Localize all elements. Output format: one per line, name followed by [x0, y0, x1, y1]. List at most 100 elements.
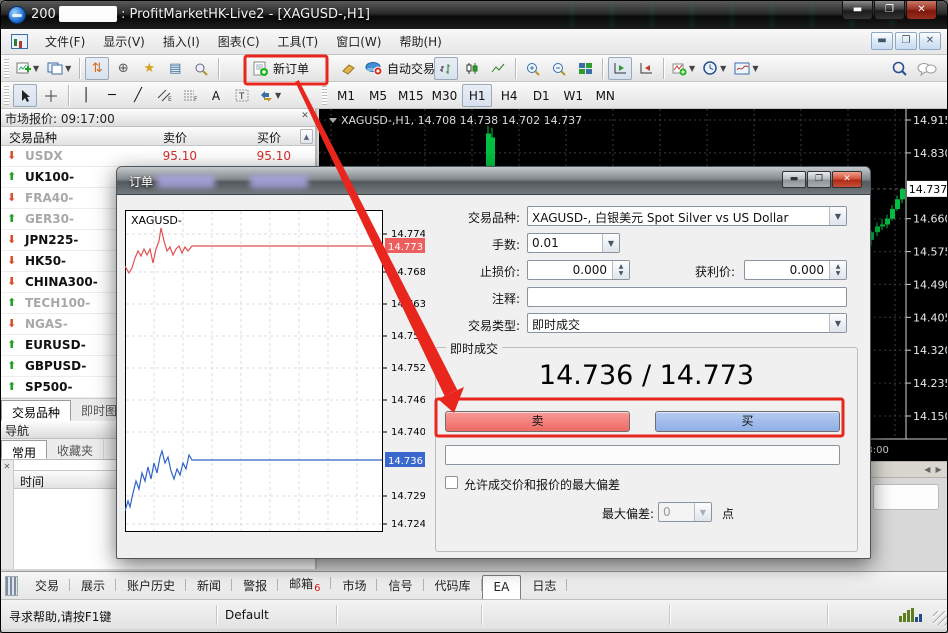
- channel-tool-button[interactable]: E: [152, 84, 176, 107]
- resize-grip[interactable]: [933, 611, 947, 625]
- timeframe-button-mn[interactable]: MN: [590, 84, 620, 107]
- dropdown-arrow-icon[interactable]: ▼: [829, 207, 846, 225]
- close-button[interactable]: ✕: [906, 1, 937, 20]
- auto-scroll-button[interactable]: [608, 57, 632, 80]
- status-profile[interactable]: Default: [217, 605, 337, 625]
- terminal-tab-账户历史[interactable]: 账户历史: [116, 573, 186, 599]
- spinner-arrows-icon[interactable]: ▲▼: [829, 261, 846, 279]
- arrows-tool-button[interactable]: ▼: [256, 84, 284, 107]
- text-label-tool-button[interactable]: T: [230, 84, 254, 107]
- crosshair-eraser-button[interactable]: [336, 57, 360, 80]
- volume-select[interactable]: 0.01 ▼: [527, 233, 620, 253]
- profiles-button[interactable]: ▼: [44, 57, 74, 80]
- market-row-usdx[interactable]: ⬇USDX95.1095.10: [1, 146, 315, 167]
- market-watch-tab[interactable]: 交易品种: [1, 400, 71, 421]
- dropdown-arrow-icon[interactable]: ▼: [829, 314, 846, 332]
- max-deviation-checkbox-label[interactable]: 允许成交价和报价的最大偏差: [464, 476, 620, 493]
- mdi-minimize-button[interactable]: ▬: [871, 32, 893, 50]
- data-window-button[interactable]: ▤: [163, 57, 187, 80]
- column-symbol[interactable]: 交易品种: [9, 129, 57, 146]
- max-deviation-input[interactable]: 0 ▼: [658, 502, 712, 522]
- toolbar-grip[interactable]: [4, 86, 9, 105]
- data-window-close-icon[interactable]: ✕: [2, 462, 13, 474]
- terminal-tab-信号[interactable]: 信号: [377, 573, 423, 599]
- market-watch-header[interactable]: 市场报价: 09:17:00 ✕: [1, 109, 315, 127]
- terminal-tab-交易[interactable]: 交易: [24, 573, 70, 599]
- timeframe-button-m30[interactable]: M30: [429, 84, 461, 107]
- text-tool-button[interactable]: A: [204, 84, 228, 107]
- terminal-tab-ea[interactable]: EA: [482, 575, 522, 599]
- chart-menu-icon[interactable]: [11, 34, 28, 49]
- zoom-out-button[interactable]: [547, 57, 571, 80]
- timeframe-button-w1[interactable]: W1: [558, 84, 588, 107]
- minimize-button[interactable]: ▬: [842, 1, 873, 20]
- auto-trading-button[interactable]: 自动交易: [362, 57, 438, 80]
- terminal-tab-日志[interactable]: 日志: [521, 573, 567, 599]
- toolbar-grip[interactable]: [322, 86, 327, 105]
- menu-item-2[interactable]: 插入(I): [154, 29, 209, 54]
- terminal-tab-代码库[interactable]: 代码库: [424, 573, 482, 599]
- timeframe-button-m15[interactable]: M15: [395, 84, 427, 107]
- terminal-panel-icon[interactable]: [5, 576, 18, 596]
- mdi-close-button[interactable]: ✕: [919, 32, 941, 50]
- dialog-close-button[interactable]: ✕: [832, 171, 862, 188]
- search-button[interactable]: [888, 57, 912, 80]
- terminal-tab-新闻[interactable]: 新闻: [186, 573, 232, 599]
- buy-button[interactable]: 买: [655, 411, 840, 432]
- menu-item-4[interactable]: 工具(T): [269, 29, 328, 54]
- indicators-button[interactable]: ▼: [669, 57, 698, 80]
- menu-item-1[interactable]: 显示(V): [94, 29, 154, 54]
- symbol-select[interactable]: XAGUSD-, 白银美元 Spot Silver vs US Dollar ▼: [527, 206, 847, 226]
- mdi-restore-button[interactable]: ❐: [895, 32, 917, 50]
- terminal-tab-邮箱[interactable]: 邮箱6: [278, 571, 331, 599]
- zoom-in-button[interactable]: [521, 57, 545, 80]
- sell-button[interactable]: 卖: [445, 411, 630, 432]
- column-bid[interactable]: 卖价: [163, 129, 187, 146]
- crosshair-tool-button[interactable]: [39, 84, 63, 107]
- timeframe-button-h4[interactable]: H4: [494, 84, 524, 107]
- order-type-select[interactable]: 即时成交 ▼: [527, 313, 847, 333]
- terminal-tab-展示[interactable]: 展示: [70, 573, 116, 599]
- timeframe-button-d1[interactable]: D1: [526, 84, 556, 107]
- fibonacci-tool-button[interactable]: F: [178, 84, 202, 107]
- scroll-up-icon[interactable]: ▲: [300, 129, 313, 144]
- menu-item-3[interactable]: 图表(C): [209, 29, 269, 54]
- periods-button[interactable]: ▼: [700, 57, 729, 80]
- terminal-tab-警报[interactable]: 警报: [232, 573, 278, 599]
- vertical-line-tool-button[interactable]: │: [74, 84, 98, 107]
- new-order-button[interactable]: 新订单: [250, 57, 312, 80]
- dialog-restore-button[interactable]: ❐: [807, 171, 831, 188]
- takeprofit-input[interactable]: 0.000 ▲▼: [744, 260, 847, 280]
- templates-button[interactable]: ▼: [731, 57, 761, 80]
- line-chart-button[interactable]: [486, 57, 510, 80]
- scroll-left-icon[interactable]: ◀ ▶: [924, 463, 942, 476]
- navigator-toggle-button[interactable]: ⊕: [111, 57, 135, 80]
- trendline-tool-button[interactable]: ╱: [126, 84, 150, 107]
- new-chart-button[interactable]: ▼: [13, 57, 42, 80]
- dialog-minimize-button[interactable]: ▬: [782, 171, 806, 188]
- menu-item-6[interactable]: 帮助(H): [390, 29, 450, 54]
- column-ask[interactable]: 买价: [257, 129, 281, 146]
- market-watch-close-icon[interactable]: ✕: [298, 110, 312, 124]
- menu-item-5[interactable]: 窗口(W): [327, 29, 390, 54]
- max-deviation-checkbox[interactable]: [445, 476, 458, 489]
- navigator-tab[interactable]: 常用: [1, 440, 47, 459]
- candlestick-chart-button[interactable]: [460, 57, 484, 80]
- strategy-tester-button[interactable]: [189, 57, 213, 80]
- market-watch-toggle-button[interactable]: ⇅: [85, 57, 109, 80]
- favorites-button[interactable]: ★: [137, 57, 161, 80]
- navigator-tab[interactable]: 收藏夹: [47, 439, 104, 459]
- timeframe-button-m5[interactable]: M5: [363, 84, 393, 107]
- horizontal-line-tool-button[interactable]: ─: [100, 84, 124, 107]
- toolbar-grip[interactable]: [4, 59, 9, 78]
- timeframe-button-h1[interactable]: H1: [462, 84, 492, 107]
- cursor-tool-button[interactable]: [13, 84, 37, 107]
- menu-item-0[interactable]: 文件(F): [36, 29, 94, 54]
- chart-shift-button[interactable]: [634, 57, 658, 80]
- order-dialog-titlebar[interactable]: 订单 ▬ ❐ ✕: [117, 167, 870, 195]
- dropdown-arrow-icon[interactable]: ▼: [602, 234, 619, 252]
- bar-chart-button[interactable]: [434, 57, 458, 80]
- tile-windows-button[interactable]: [573, 57, 597, 80]
- stoploss-input[interactable]: 0.000 ▲▼: [527, 260, 630, 280]
- timeframe-button-m1[interactable]: M1: [331, 84, 361, 107]
